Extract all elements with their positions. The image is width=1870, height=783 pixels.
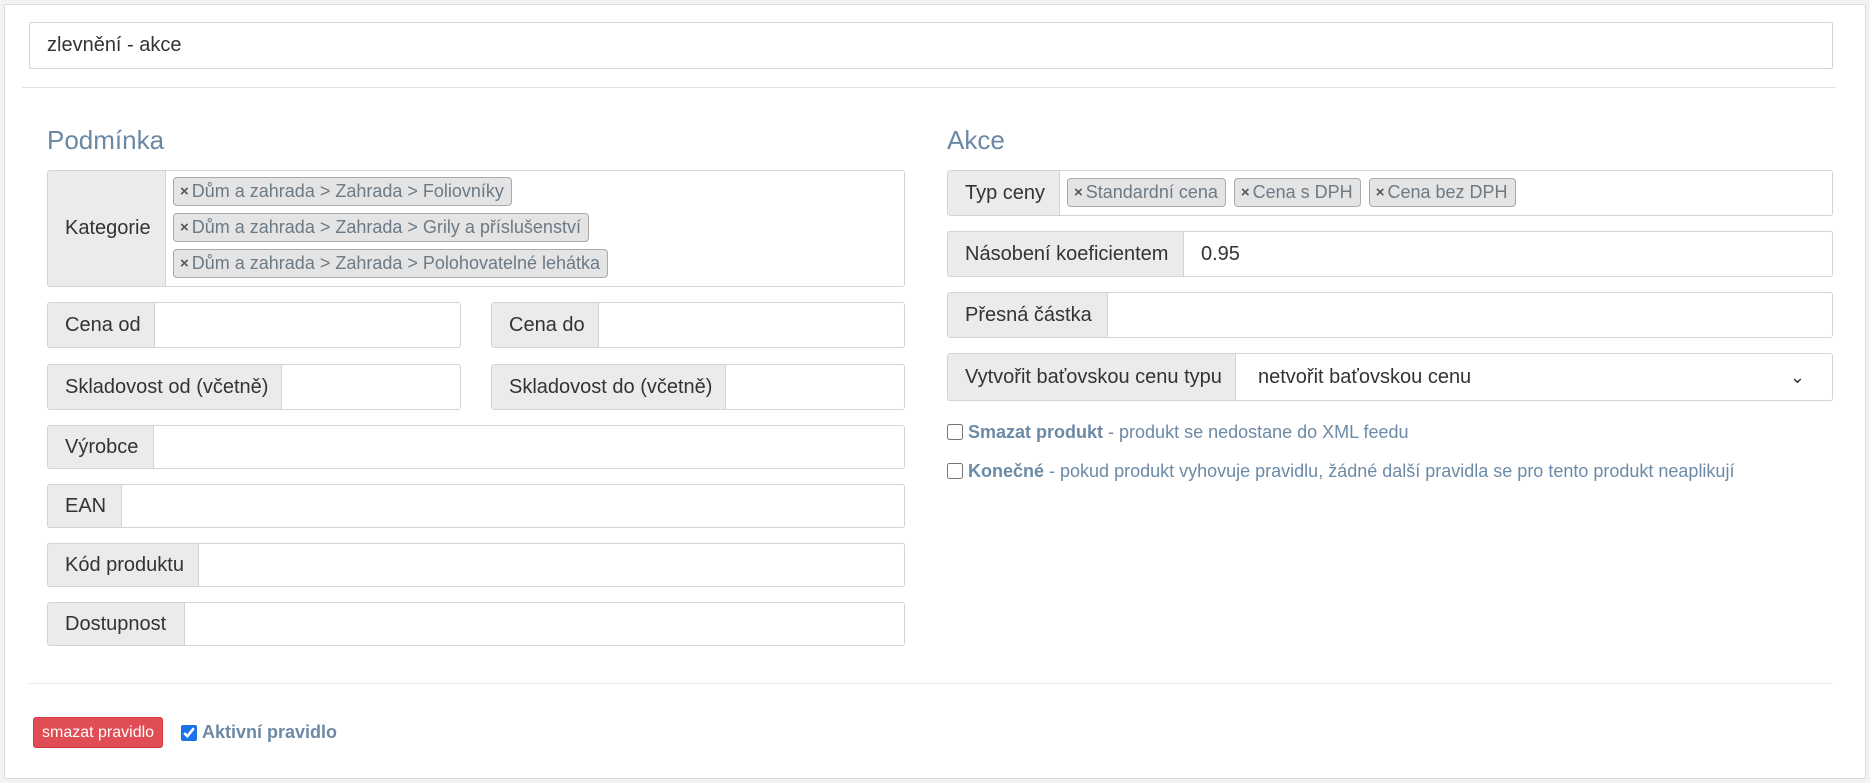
manufacturer-label: Výrobce <box>48 426 154 468</box>
price-to-input[interactable] <box>599 303 904 347</box>
category-tag: × Dům a zahrada > Zahrada > Grily a přísl… <box>173 213 589 242</box>
delete-product-checkbox[interactable] <box>947 424 963 440</box>
manufacturer-group: Výrobce <box>47 425 905 469</box>
bata-price-group: Vytvořit baťovskou cenu typu netvořit ba… <box>947 353 1833 401</box>
category-select[interactable]: × Dům a zahrada > Zahrada > Foliovníky × Dů… <box>166 171 904 286</box>
exact-amount-label: Přesná částka <box>948 293 1108 337</box>
final-option: Konečné - pokud produkt vyhovuje pravidl… <box>947 461 1734 482</box>
tag-label: Dům a zahrada > Zahrada > Foliovníky <box>191 181 504 201</box>
product-code-group: Kód produktu <box>47 543 905 587</box>
price-type-tag: × Cena s DPH <box>1233 178 1361 207</box>
final-title: Konečné <box>968 461 1045 481</box>
availability-input[interactable] <box>185 603 904 645</box>
remove-tag-icon[interactable]: × <box>1074 184 1083 201</box>
multiplier-input[interactable]: 0.95 <box>1184 232 1832 276</box>
tag-label: Dům a zahrada > Zahrada > Grily a příslu… <box>191 217 581 237</box>
exact-amount-input[interactable] <box>1108 293 1832 337</box>
stock-to-group: Skladovost do (včetně) <box>491 364 905 410</box>
remove-tag-icon[interactable]: × <box>180 255 189 272</box>
ean-input[interactable] <box>122 485 904 527</box>
availability-label: Dostupnost <box>48 603 185 645</box>
tag-label: Dům a zahrada > Zahrada > Polohovatelné … <box>191 253 601 273</box>
stock-to-label: Skladovost do (včetně) <box>492 365 726 409</box>
rule-name-input[interactable]: zlevnění - akce <box>29 22 1833 69</box>
price-from-input[interactable] <box>155 303 460 347</box>
tag-label: Cena s DPH <box>1252 182 1353 202</box>
multiplier-group: Násobení koeficientem 0.95 <box>947 231 1833 277</box>
remove-tag-icon[interactable]: × <box>1241 184 1250 201</box>
stock-from-label: Skladovost od (včetně) <box>48 365 282 409</box>
chevron-down-icon: ⌄ <box>1789 366 1805 387</box>
final-desc: - pokud produkt vyhovuje pravidlu, žádné… <box>1049 461 1735 481</box>
exact-amount-group: Přesná částka <box>947 292 1833 338</box>
stock-to-input[interactable] <box>726 365 904 409</box>
active-rule-checkbox[interactable] <box>181 724 197 741</box>
price-type-group: Typ ceny × Standardní cena × Cena s DPH × Cen… <box>947 170 1833 216</box>
category-group: Kategorie × Dům a zahrada > Zahrada > Fol… <box>47 170 905 287</box>
bata-price-select[interactable]: netvořit baťovskou cenu ⌄ <box>1236 354 1832 400</box>
bata-price-label: Vytvořit baťovskou cenu typu <box>948 354 1236 400</box>
multiplier-label: Násobení koeficientem <box>948 232 1184 276</box>
category-tag: × Dům a zahrada > Zahrada > Foliovníky <box>173 177 512 206</box>
remove-tag-icon[interactable]: × <box>180 183 189 200</box>
price-type-label: Typ ceny <box>948 171 1060 215</box>
ean-group: EAN <box>47 484 905 528</box>
active-rule-option: Aktivní pravidlo <box>181 722 337 743</box>
price-to-label: Cena do <box>492 303 599 347</box>
delete-rule-button[interactable]: smazat pravidlo <box>33 717 164 748</box>
category-tag: × Dům a zahrada > Zahrada > Polohovatelné… <box>173 249 609 278</box>
tag-label: Cena bez DPH <box>1387 182 1508 202</box>
price-type-tag: × Standardní cena <box>1067 178 1226 207</box>
active-rule-label: Aktivní pravidlo <box>202 722 338 742</box>
category-label: Kategorie <box>48 171 166 286</box>
ean-label: EAN <box>48 485 122 527</box>
divider <box>29 683 1833 684</box>
product-code-input[interactable] <box>199 544 904 586</box>
remove-tag-icon[interactable]: × <box>180 219 189 236</box>
price-type-select[interactable]: × Standardní cena × Cena s DPH × Cena bez DPH <box>1060 171 1832 215</box>
final-checkbox[interactable] <box>947 463 963 479</box>
bata-price-value: netvořit baťovskou cenu <box>1258 365 1472 388</box>
delete-product-title: Smazat produkt <box>968 422 1104 442</box>
condition-title: Podmínka <box>47 125 165 155</box>
tag-label: Standardní cena <box>1085 182 1218 202</box>
delete-product-desc: - produkt se nedostane do XML feedu <box>1108 422 1409 442</box>
availability-group: Dostupnost <box>47 602 905 646</box>
price-to-group: Cena do <box>491 302 905 348</box>
manufacturer-input[interactable] <box>154 426 904 468</box>
divider <box>22 87 1836 88</box>
stock-from-group: Skladovost od (včetně) <box>47 364 461 410</box>
price-from-group: Cena od <box>47 302 461 348</box>
delete-product-option: Smazat produkt - produkt se nedostane do… <box>947 422 1409 443</box>
stock-from-input[interactable] <box>282 365 460 409</box>
price-from-label: Cena od <box>48 303 155 347</box>
remove-tag-icon[interactable]: × <box>1376 184 1385 201</box>
price-type-tag: × Cena bez DPH <box>1368 178 1516 207</box>
action-title: Akce <box>947 125 1005 155</box>
product-code-label: Kód produktu <box>48 544 199 586</box>
